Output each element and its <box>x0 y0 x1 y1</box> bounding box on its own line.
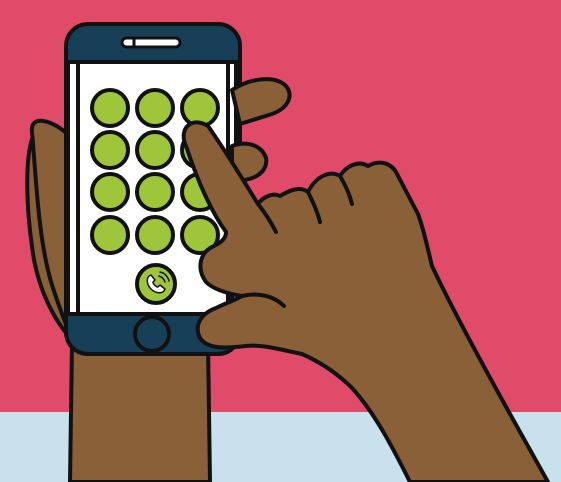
call-button-circle[interactable] <box>135 263 177 305</box>
key-star[interactable] <box>90 215 130 255</box>
key-3[interactable] <box>180 88 220 128</box>
key-7[interactable] <box>90 172 130 212</box>
key-0[interactable] <box>135 215 175 255</box>
speaker-slot-icon <box>120 36 182 49</box>
home-button-icon[interactable] <box>133 315 171 353</box>
key-4[interactable] <box>90 130 130 170</box>
call-button[interactable] <box>135 263 177 305</box>
phone-dialing-illustration <box>0 0 561 482</box>
key-1[interactable] <box>90 88 130 128</box>
key-5[interactable] <box>135 130 175 170</box>
key-8[interactable] <box>135 172 175 212</box>
key-2[interactable] <box>135 88 175 128</box>
left-wrist <box>68 340 212 482</box>
